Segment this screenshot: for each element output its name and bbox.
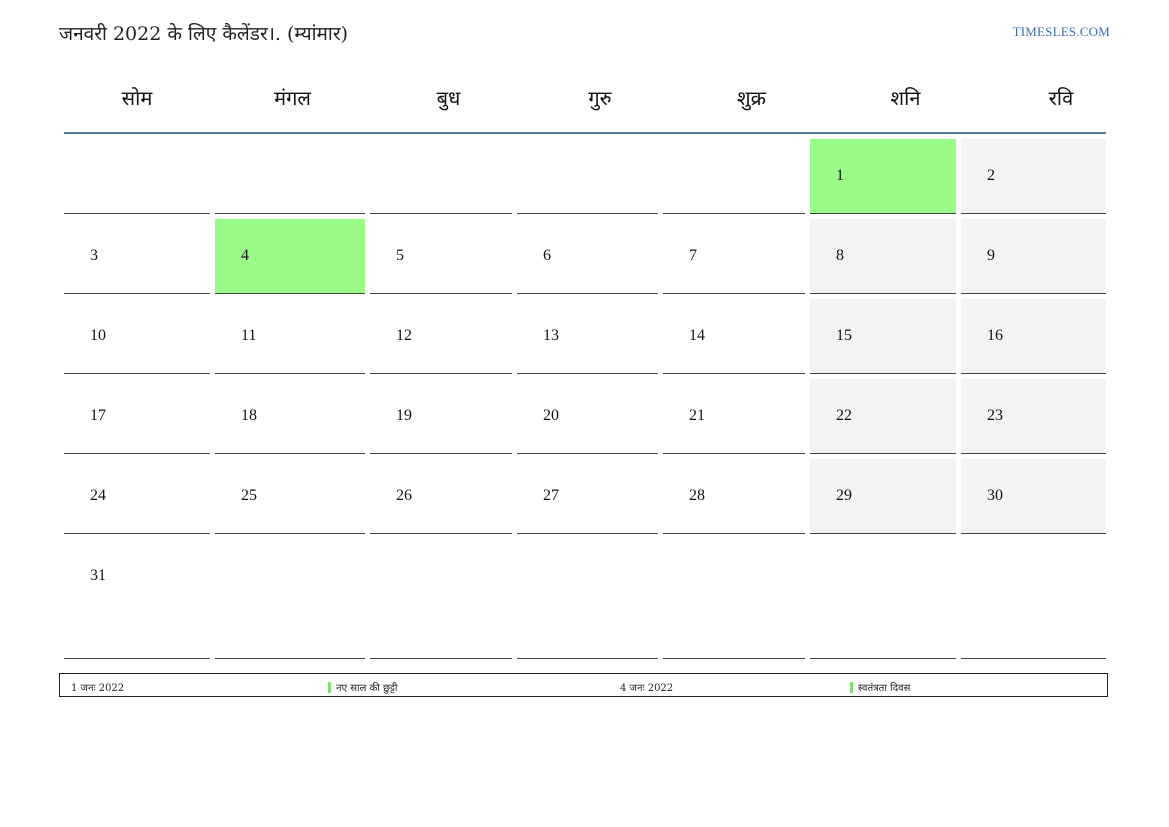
day-cell: 3 <box>64 219 210 294</box>
weekday-sun: रवि <box>1048 86 1074 110</box>
day-number: 15 <box>836 327 852 344</box>
day-cell: 7 <box>663 219 805 294</box>
holiday-date: 1 जनः 2022 <box>71 683 125 694</box>
day-number: 9 <box>987 247 995 264</box>
day-number: 13 <box>543 327 559 344</box>
day-cell: 5 <box>370 219 512 294</box>
day-cell-holiday: 1 <box>810 139 956 214</box>
weekday-sat: शनि <box>890 86 921 110</box>
day-cell: 21 <box>663 379 805 454</box>
day-number: 1 <box>836 167 844 184</box>
day-number: 14 <box>689 327 705 344</box>
week-row: 3 4 5 6 7 8 9 <box>64 219 1106 294</box>
day-number: 7 <box>689 247 697 264</box>
day-number: 11 <box>241 327 257 344</box>
day-number: 21 <box>689 407 705 424</box>
week-row: 10 11 12 13 14 15 16 <box>64 299 1106 374</box>
day-number: 19 <box>396 407 412 424</box>
day-cell <box>370 539 512 659</box>
site-link[interactable]: TIMESLES.COM <box>1013 24 1110 40</box>
week-row: 1 2 <box>64 139 1106 214</box>
day-number: 5 <box>396 247 404 264</box>
day-number: 23 <box>987 407 1003 424</box>
day-cell <box>810 539 956 659</box>
day-number: 18 <box>241 407 257 424</box>
weekday-fri: शुक्र <box>737 86 766 110</box>
day-cell: 27 <box>517 459 658 534</box>
day-cell <box>64 139 210 214</box>
day-number: 24 <box>90 487 106 504</box>
day-cell: 18 <box>215 379 365 454</box>
day-cell <box>663 139 805 214</box>
day-cell: 19 <box>370 379 512 454</box>
day-number: 22 <box>836 407 852 424</box>
day-number: 31 <box>90 567 106 584</box>
day-cell: 31 <box>64 539 210 659</box>
day-cell-weekend: 16 <box>961 299 1106 374</box>
day-cell: 11 <box>215 299 365 374</box>
holiday-date: 4 जनः 2022 <box>620 683 674 694</box>
holiday-entry: स्वतंत्रता दिवस <box>850 680 910 694</box>
day-cell: 12 <box>370 299 512 374</box>
day-number: 27 <box>543 487 559 504</box>
day-cell-weekend: 23 <box>961 379 1106 454</box>
day-cell: 24 <box>64 459 210 534</box>
day-cell <box>370 139 512 214</box>
day-cell <box>517 539 658 659</box>
holiday-name: स्वतंत्रता दिवस <box>858 683 911 694</box>
weekday-thu: गुरु <box>588 86 612 110</box>
day-cell-weekend: 22 <box>810 379 956 454</box>
day-cell-weekend: 8 <box>810 219 956 294</box>
week-row: 24 25 26 27 28 29 30 <box>64 459 1106 534</box>
day-cell: 10 <box>64 299 210 374</box>
day-cell-weekend: 29 <box>810 459 956 534</box>
day-number: 28 <box>689 487 705 504</box>
day-cell-weekend: 15 <box>810 299 956 374</box>
holiday-legend: 1 जनः 2022 नए साल की छुट्टी 4 जनः 2022 स… <box>59 673 1108 697</box>
holiday-name: नए साल की छुट्टी <box>336 683 398 694</box>
day-number: 20 <box>543 407 559 424</box>
day-cell-weekend: 30 <box>961 459 1106 534</box>
day-number: 3 <box>90 247 98 264</box>
day-cell: 14 <box>663 299 805 374</box>
day-cell <box>517 139 658 214</box>
day-number: 2 <box>987 167 995 184</box>
day-number: 10 <box>90 327 106 344</box>
day-cell <box>961 539 1106 659</box>
week-row: 17 18 19 20 21 22 23 <box>64 379 1106 454</box>
day-cell: 26 <box>370 459 512 534</box>
day-cell-weekend: 2 <box>961 139 1106 214</box>
day-number: 6 <box>543 247 551 264</box>
day-number: 4 <box>241 247 249 264</box>
day-cell <box>663 539 805 659</box>
day-cell: 13 <box>517 299 658 374</box>
weekday-wed: बुध <box>436 86 461 110</box>
holiday-color-marker <box>328 682 331 693</box>
weekday-tue: मंगल <box>274 86 311 110</box>
day-cell: 25 <box>215 459 365 534</box>
day-cell: 17 <box>64 379 210 454</box>
day-number: 25 <box>241 487 257 504</box>
weekday-header: सोम मंगल बुध गुरु शुक्र शनि रवि <box>64 80 1106 134</box>
week-row: 31 <box>64 539 1106 659</box>
holiday-color-marker <box>850 682 853 693</box>
day-number: 16 <box>987 327 1003 344</box>
page-title: जनवरी 2022 के लिए कैलेंडर।. (म्यांमार) <box>59 23 348 45</box>
day-number: 29 <box>836 487 852 504</box>
holiday-entry: नए साल की छुट्टी <box>328 680 398 694</box>
day-number: 17 <box>90 407 106 424</box>
day-number: 8 <box>836 247 844 264</box>
day-cell: 6 <box>517 219 658 294</box>
weekday-mon: सोम <box>121 86 153 110</box>
calendar-grid: सोम मंगल बुध गुरु शुक्र शनि रवि 1 2 3 4 … <box>64 80 1106 664</box>
day-cell <box>215 539 365 659</box>
day-cell-weekend: 9 <box>961 219 1106 294</box>
day-number: 12 <box>396 327 412 344</box>
day-cell-holiday: 4 <box>215 219 365 294</box>
day-cell: 20 <box>517 379 658 454</box>
day-cell <box>215 139 365 214</box>
day-cell: 28 <box>663 459 805 534</box>
day-number: 30 <box>987 487 1003 504</box>
day-number: 26 <box>396 487 412 504</box>
